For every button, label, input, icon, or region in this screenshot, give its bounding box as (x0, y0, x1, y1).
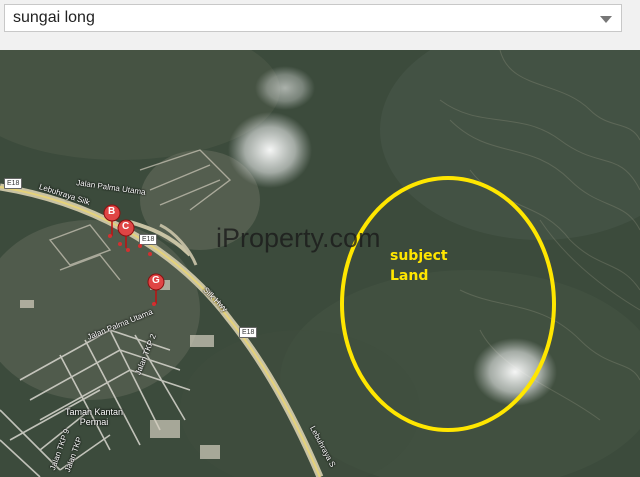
subject-land-line1: subject (390, 248, 448, 264)
top-bar: sungai long (0, 0, 640, 50)
marker-b-label: B (108, 206, 116, 217)
chevron-down-icon[interactable] (600, 16, 612, 23)
search-input-value: sungai long (13, 9, 95, 26)
subject-land-line2: Land (390, 268, 429, 284)
marker-g-label: G (152, 275, 160, 286)
search-input[interactable]: sungai long (4, 4, 622, 32)
road-shield-e18: E18 (139, 234, 158, 245)
road-shield-e18: E18 (4, 178, 23, 189)
marker-c-label: C (122, 221, 130, 232)
road-shield-e18: E18 (239, 327, 258, 338)
subject-land-label: subject Land (390, 246, 448, 286)
map-view[interactable]: E18 E18 E18 Jalan Palma Utama Lebuhraya … (0, 50, 640, 477)
watermark-text: iProperty.com (216, 223, 381, 253)
area-label: Taman Kantan Permai (65, 407, 124, 427)
